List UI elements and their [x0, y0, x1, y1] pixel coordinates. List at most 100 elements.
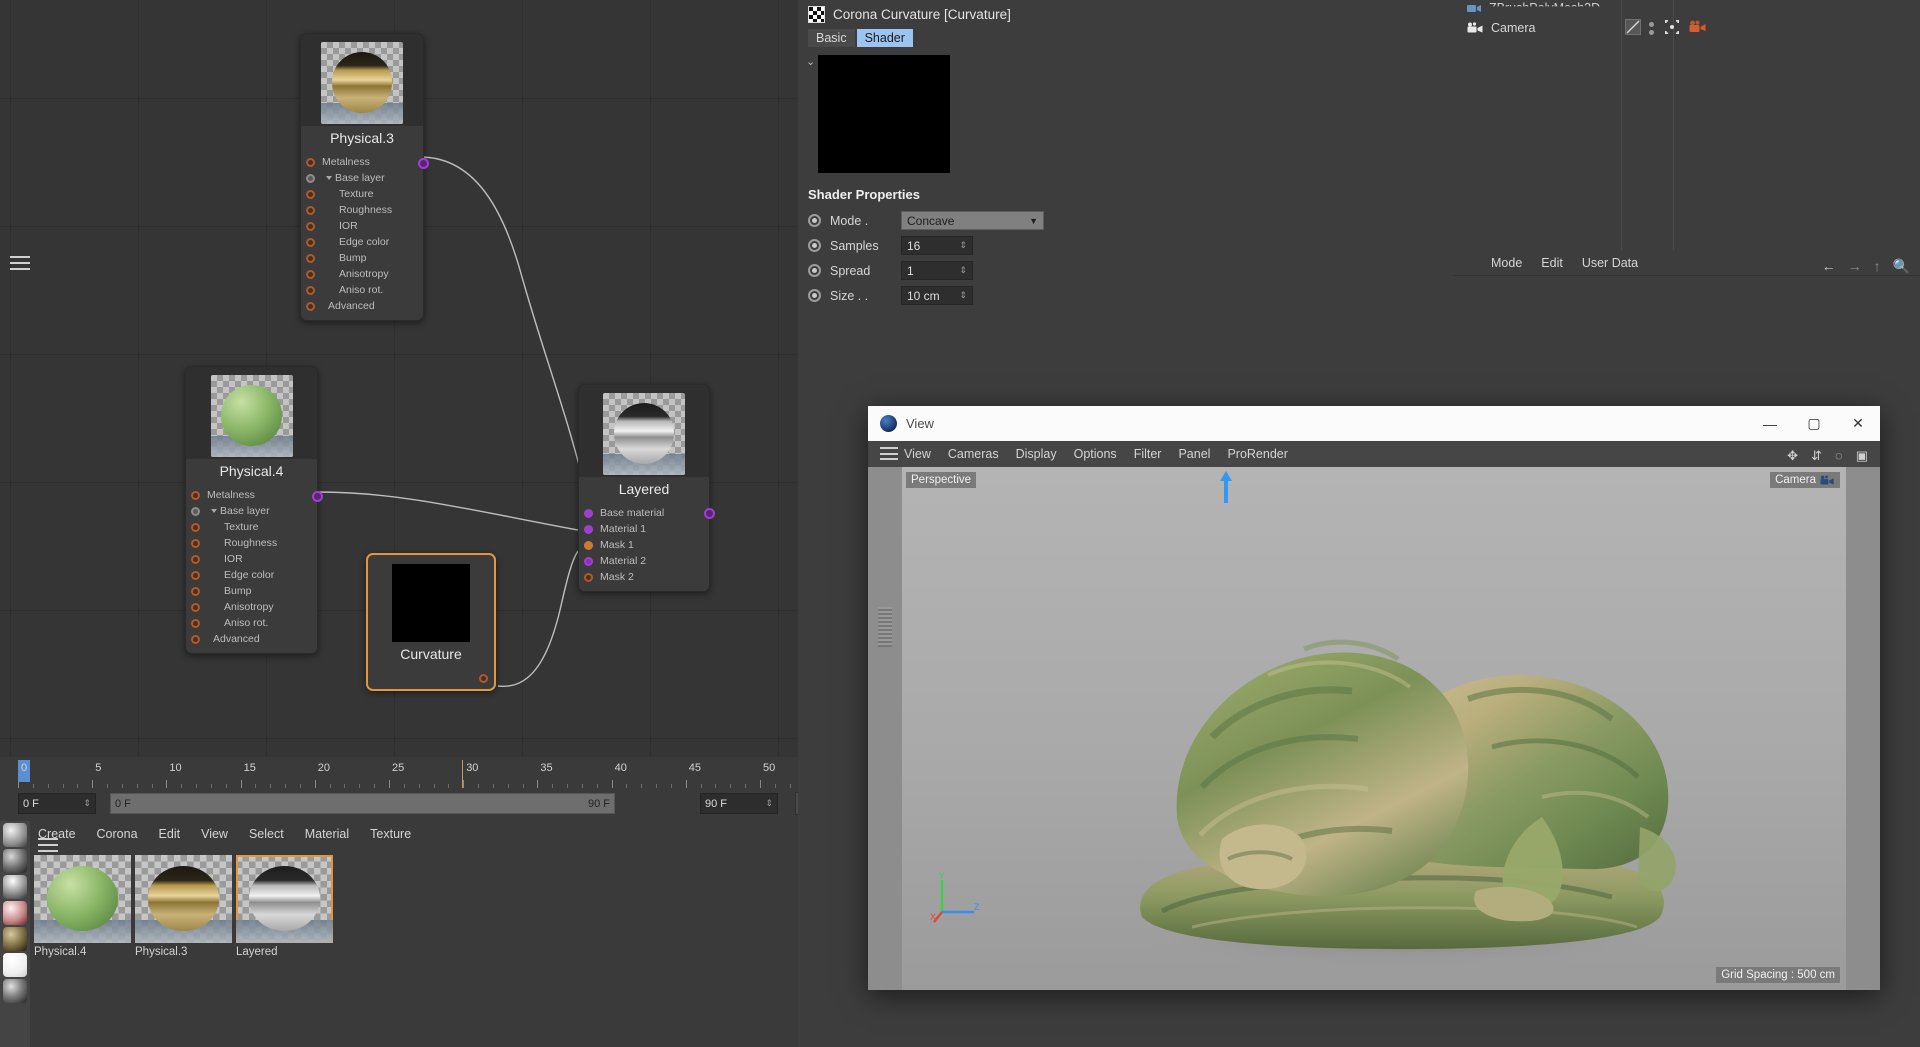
- timeline[interactable]: 0510152025303540455055 0 F⇕ 0 F 90 F 90 …: [0, 757, 798, 821]
- preview-ball-7[interactable]: [3, 979, 27, 1003]
- port-dot-advanced[interactable]: [191, 635, 200, 644]
- port-dot-roughness[interactable]: [191, 539, 200, 548]
- spread-field[interactable]: 1⇕: [901, 261, 973, 280]
- menu-edit[interactable]: Edit: [159, 827, 181, 841]
- port-row[interactable]: Roughness: [301, 202, 423, 218]
- preview-range-bar[interactable]: 0 F 90 F: [110, 793, 615, 814]
- port-row[interactable]: IOR: [186, 551, 317, 567]
- stepper-icon[interactable]: ⇕: [83, 798, 91, 809]
- port-row[interactable]: Aniso rot.: [301, 282, 423, 298]
- preview-ball-3[interactable]: [3, 875, 27, 899]
- node-physical-4[interactable]: Physical.4 Metalness Base layer Texture …: [185, 366, 318, 654]
- material-tile-list[interactable]: Physical.4 Physical.3 Layered: [34, 855, 333, 958]
- port-row[interactable]: Base material: [579, 505, 709, 521]
- view-window-titlebar[interactable]: View — ▢ ✕: [868, 406, 1880, 441]
- port-dot-ior[interactable]: [306, 222, 315, 231]
- material-tile[interactable]: Physical.3: [135, 855, 232, 958]
- output-port-dot-curvature[interactable]: [479, 674, 488, 683]
- material-manager-burger-icon[interactable]: [38, 838, 58, 852]
- port-row[interactable]: Advanced: [186, 631, 317, 647]
- chevron-down-icon[interactable]: ▼: [1029, 216, 1038, 226]
- port-row[interactable]: Bump: [186, 583, 317, 599]
- menu-material[interactable]: Material: [305, 827, 349, 841]
- max-frame-field[interactable]: 90 F⇕: [700, 793, 778, 814]
- object-manager[interactable]: ZBrushPolyMesh3D Camera: [1453, 0, 1920, 250]
- port-dot-edge-color[interactable]: [306, 238, 315, 247]
- menu-panel[interactable]: Panel: [1178, 447, 1210, 461]
- output-port-dot[interactable]: [312, 491, 323, 502]
- port-row[interactable]: Mask 2: [579, 569, 709, 585]
- port-dot-advanced[interactable]: [306, 302, 315, 311]
- port-dot-anisotropy[interactable]: [191, 603, 200, 612]
- port-dot-material-2[interactable]: [584, 557, 593, 566]
- port-dot-base-layer[interactable]: [191, 507, 200, 516]
- stepper-icon[interactable]: ⇕: [765, 798, 773, 809]
- node-curvature[interactable]: Curvature: [366, 553, 496, 691]
- preview-ball-4[interactable]: [3, 901, 27, 925]
- port-row[interactable]: Roughness: [186, 535, 317, 551]
- menu-cameras[interactable]: Cameras: [948, 447, 999, 461]
- node-ports[interactable]: Base material Material 1 Mask 1 Material…: [579, 502, 709, 591]
- preview-ball-1[interactable]: [3, 823, 27, 847]
- port-row[interactable]: Advanced: [301, 298, 423, 314]
- up-arrow-icon[interactable]: ↑: [1874, 258, 1881, 275]
- material-tile[interactable]: Physical.4: [34, 855, 131, 958]
- view-window[interactable]: View — ▢ ✕ View Cameras Display Options …: [868, 406, 1880, 990]
- port-dot-edge-color[interactable]: [191, 571, 200, 580]
- node-layered[interactable]: Layered Base material Material 1 Mask 1 …: [578, 384, 710, 592]
- port-dot-mask-1[interactable]: [584, 541, 593, 550]
- size-field[interactable]: 10 cm⇕: [901, 286, 973, 305]
- object-row-camera[interactable]: Camera: [1453, 16, 1920, 40]
- object-row-zbrushpolymesh3d[interactable]: ZBrushPolyMesh3D: [1453, 0, 1920, 16]
- material-thumbnail-layered[interactable]: [236, 855, 333, 943]
- camera-tag-icon[interactable]: [1689, 20, 1707, 36]
- viewport[interactable]: Perspective Camera Grid Spacing : 500 cm…: [868, 467, 1880, 990]
- menu-user-data[interactable]: User Data: [1582, 256, 1638, 270]
- port-row[interactable]: IOR: [301, 218, 423, 234]
- port-dot-texture[interactable]: [191, 523, 200, 532]
- radio-icon[interactable]: [808, 239, 821, 252]
- property-row-samples[interactable]: Samples 16⇕: [798, 233, 1453, 258]
- stepper-icon[interactable]: ⇕: [959, 240, 967, 251]
- view-menu-burger-icon[interactable]: [880, 447, 898, 460]
- menu-corona[interactable]: Corona: [97, 827, 138, 841]
- current-frame-field[interactable]: 0 F⇕: [18, 793, 96, 814]
- back-arrow-icon[interactable]: ←: [1822, 258, 1836, 275]
- shader-preview-swatch[interactable]: [818, 55, 950, 173]
- port-dot-bump[interactable]: [191, 587, 200, 596]
- menu-texture[interactable]: Texture: [370, 827, 411, 841]
- port-dot-bump[interactable]: [306, 254, 315, 263]
- visibility-dots[interactable]: [1649, 22, 1654, 35]
- port-dot-texture[interactable]: [306, 190, 315, 199]
- port-row[interactable]: Texture: [186, 519, 317, 535]
- stepper-icon[interactable]: ⇕: [959, 265, 967, 276]
- material-manager-menubar[interactable]: Create Corona Edit View Select Material …: [0, 821, 798, 847]
- attribute-tabs[interactable]: Basic Shader: [798, 23, 1453, 47]
- stepper-icon[interactable]: ⇕: [959, 290, 967, 301]
- preview-ball-6[interactable]: [3, 953, 27, 977]
- menu-filter[interactable]: Filter: [1134, 447, 1162, 461]
- port-dot-aniso-rot[interactable]: [306, 286, 315, 295]
- select-marker-icon[interactable]: [1665, 20, 1679, 37]
- port-dot-base-layer[interactable]: [306, 174, 315, 183]
- close-button[interactable]: ✕: [1836, 406, 1880, 441]
- pan-icon[interactable]: ✥: [1787, 448, 1798, 464]
- minimize-button[interactable]: —: [1748, 406, 1792, 441]
- port-row[interactable]: Material 2: [579, 553, 709, 569]
- maximize-button[interactable]: ▢: [1792, 406, 1836, 441]
- radio-icon[interactable]: [808, 264, 821, 277]
- menu-mode[interactable]: Mode: [1491, 256, 1522, 270]
- expander-icon[interactable]: [211, 509, 217, 513]
- port-row[interactable]: Mask 1: [579, 537, 709, 553]
- expander-icon[interactable]: [326, 176, 332, 180]
- port-row[interactable]: Texture: [301, 186, 423, 202]
- property-row-spread[interactable]: Spread 1⇕: [798, 258, 1453, 283]
- chevron-down-icon[interactable]: ⌄: [806, 55, 815, 68]
- material-thumbnail-physical-4[interactable]: [34, 855, 131, 943]
- port-row[interactable]: Base layer: [301, 170, 423, 186]
- menu-prorender[interactable]: ProRender: [1227, 447, 1287, 461]
- menu-view[interactable]: View: [904, 447, 931, 461]
- attribute-toolbar-burger-icon[interactable]: [10, 256, 30, 270]
- zoom-icon[interactable]: ⇵: [1811, 448, 1822, 464]
- port-dot-material-1[interactable]: [584, 525, 593, 534]
